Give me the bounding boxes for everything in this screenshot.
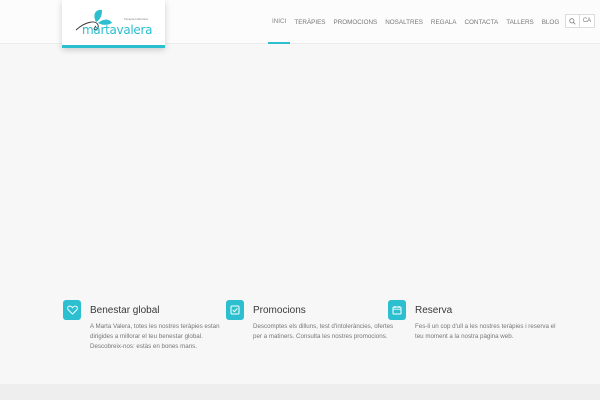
feature-text: Fes-li un cop d'ull a les nostres teràpi… [415, 323, 556, 340]
logo-wordmark: martavalera [82, 23, 153, 37]
main-nav: Inici Teràpies Promocions Nosaltres Rega… [268, 0, 563, 44]
feature-title: Promocions [253, 305, 306, 316]
nav-item-nosaltres[interactable]: Nosaltres [381, 0, 427, 44]
feature-title: Benestar global [90, 305, 160, 316]
heart-icon [63, 300, 81, 320]
nav-item-inici[interactable]: Inici [268, 0, 291, 44]
header-tools: CA [565, 14, 595, 28]
nav-item-terapies[interactable]: Teràpies [290, 0, 329, 44]
feature-text: A Marta Valera, totes les nostres teràpi… [90, 323, 220, 350]
calendar-icon [388, 300, 406, 320]
feature-title: Reserva [415, 305, 453, 316]
search-button[interactable] [565, 14, 580, 28]
nav-item-contacta[interactable]: Contacta [460, 0, 502, 44]
language-switcher[interactable]: CA [580, 14, 595, 28]
footer-strip [0, 384, 600, 400]
nav-item-promocions[interactable]: Promocions [330, 0, 382, 44]
logo[interactable]: Terapia Holística martavalera [62, 0, 165, 48]
search-icon [569, 17, 576, 25]
feature-text: Descomptes els dilluns, test d'intoleràn… [253, 323, 394, 340]
nav-item-blog[interactable]: Blog [538, 0, 564, 44]
nav-item-regala[interactable]: Regala [427, 0, 461, 44]
checkbox-icon [226, 300, 244, 320]
nav-item-tallers[interactable]: Tallers [502, 0, 538, 44]
logo-tagline: Terapia Holística [124, 17, 148, 21]
